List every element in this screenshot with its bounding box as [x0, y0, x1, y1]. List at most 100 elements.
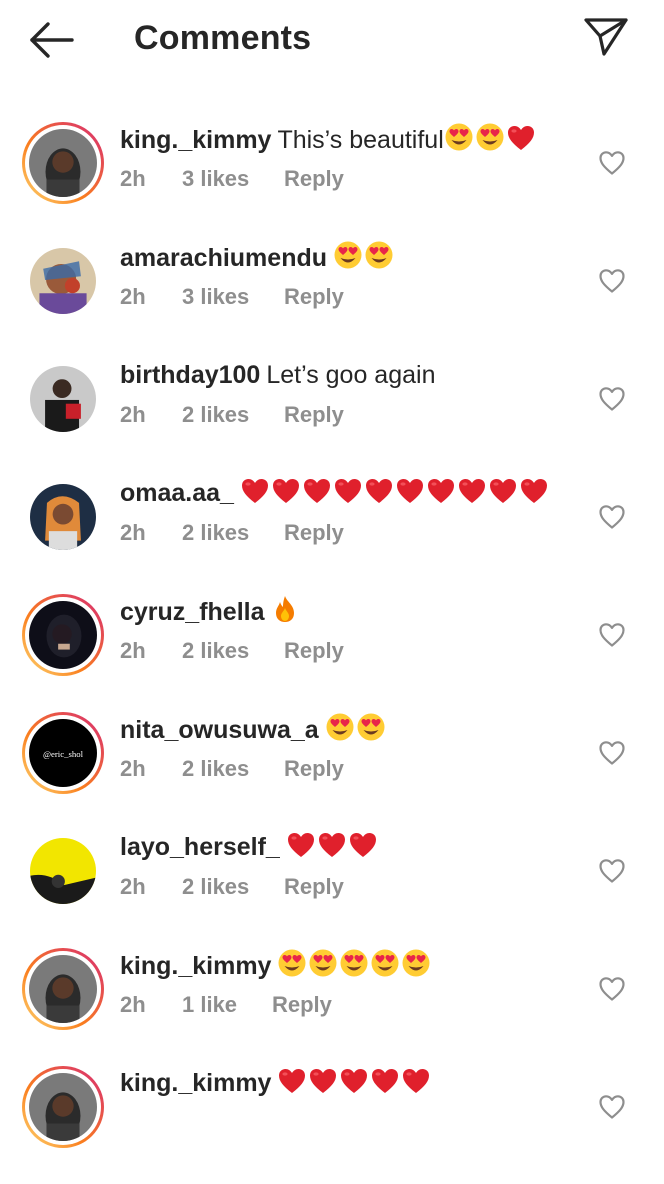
comment-time: 2h — [120, 874, 146, 899]
comment-meta: 2h 3 likes Reply — [120, 284, 344, 310]
comment-likes[interactable]: 3 likes — [182, 166, 284, 192]
heart-emoji-icon — [520, 479, 547, 503]
header-bar: Comments — [0, 0, 664, 80]
arrow-left-icon — [30, 22, 74, 58]
comment-body: Let’s goo again — [266, 361, 436, 389]
heart-eyes-emoji-icon — [402, 949, 430, 977]
like-button[interactable] — [598, 858, 626, 884]
comment-meta: 2h 2 likes Reply — [120, 520, 344, 546]
avatar[interactable] — [22, 948, 104, 1030]
avatar[interactable]: @eric_shol — [22, 712, 104, 794]
comment-text: king._kimmy — [120, 1066, 580, 1100]
like-button[interactable] — [598, 740, 626, 766]
like-button[interactable] — [598, 268, 626, 294]
reply-button[interactable]: Reply — [284, 638, 344, 664]
reply-button[interactable]: Reply — [284, 520, 344, 546]
comment-meta: 2h 3 likes Reply — [120, 166, 344, 192]
username[interactable]: omaa.aa_ — [120, 479, 234, 507]
username[interactable]: cyruz_fhella — [120, 598, 265, 626]
back-button[interactable] — [26, 18, 78, 62]
heart-outline-icon — [599, 741, 625, 765]
avatar-watermark-text: @eric_shol — [43, 749, 84, 759]
reply-button[interactable]: Reply — [284, 402, 344, 428]
heart-eyes-emoji-icon — [326, 713, 354, 741]
avatar-image — [30, 248, 96, 314]
username[interactable]: king._kimmy — [120, 126, 271, 154]
comment-likes[interactable]: 2 likes — [182, 402, 284, 428]
comment-emojis — [277, 1069, 432, 1097]
heart-emoji-icon — [334, 479, 361, 503]
username[interactable]: layo_herself_ — [120, 833, 280, 861]
comment-likes[interactable]: 2 likes — [182, 874, 284, 900]
like-button[interactable] — [598, 976, 626, 1002]
heart-outline-icon — [599, 387, 625, 411]
username[interactable]: king._kimmy — [120, 1069, 271, 1097]
comment-text: king._kimmy — [120, 948, 580, 983]
comment-emojis — [325, 713, 387, 744]
heart-eyes-emoji-icon — [445, 123, 473, 151]
comment-emojis — [286, 833, 379, 861]
reply-button[interactable]: Reply — [284, 166, 344, 192]
comment-time: 2h — [120, 520, 146, 545]
avatar[interactable] — [22, 476, 104, 558]
heart-outline-icon — [599, 269, 625, 293]
reply-button[interactable]: Reply — [284, 284, 344, 310]
username[interactable]: amarachiumendu — [120, 244, 327, 272]
comment-emojis — [271, 596, 300, 626]
heart-emoji-icon — [396, 479, 423, 503]
avatar[interactable] — [22, 1066, 104, 1148]
comment-likes[interactable]: 2 likes — [182, 756, 284, 782]
username[interactable]: nita_owusuwa_a — [120, 716, 319, 744]
heart-eyes-emoji-icon — [340, 949, 368, 977]
avatar-image — [29, 129, 97, 197]
avatar-image — [29, 955, 97, 1023]
avatar[interactable] — [22, 122, 104, 204]
like-button[interactable] — [598, 386, 626, 412]
reply-button[interactable]: Reply — [284, 756, 344, 782]
avatar[interactable] — [22, 594, 104, 676]
heart-emoji-icon — [341, 1069, 368, 1093]
like-button[interactable] — [598, 622, 626, 648]
like-button[interactable] — [598, 1094, 626, 1120]
heart-emoji-icon — [489, 479, 516, 503]
comment-meta: 2h 2 likes Reply — [120, 638, 344, 664]
heart-emoji-icon — [279, 1069, 306, 1093]
like-button[interactable] — [598, 150, 626, 176]
avatar[interactable] — [22, 358, 104, 440]
reply-button[interactable]: Reply — [284, 874, 344, 900]
comment-time: 2h — [120, 638, 146, 663]
comment-row: king._kimmy 2h 1 like Reply — [0, 948, 664, 1066]
comment-meta: 2h 2 likes Reply — [120, 756, 344, 782]
comment-row: omaa.aa_ 2h 2 likes Reply — [0, 476, 664, 594]
comment-likes[interactable]: 2 likes — [182, 638, 284, 664]
username[interactable]: birthday100 — [120, 361, 260, 389]
share-button[interactable] — [582, 14, 630, 62]
avatar[interactable] — [22, 830, 104, 912]
comment-likes[interactable]: 2 likes — [182, 520, 284, 546]
heart-outline-icon — [599, 505, 625, 529]
comment-row: birthday100 Let’s goo again 2h 2 likes Reply — [0, 358, 664, 476]
comment-meta: 2h 1 like Reply — [120, 992, 332, 1018]
comment-likes[interactable]: 1 like — [182, 992, 272, 1018]
comment-likes[interactable]: 3 likes — [182, 284, 284, 310]
comment-text: layo_herself_ — [120, 830, 580, 864]
heart-emoji-icon — [507, 126, 534, 150]
comment-row: king._kimmy — [0, 1066, 664, 1184]
comment-time: 2h — [120, 166, 146, 191]
heart-emoji-icon — [241, 479, 268, 503]
avatar-image — [30, 366, 96, 432]
comment-text: king._kimmy This’s beautiful — [120, 122, 580, 157]
comment-text: nita_owusuwa_a — [120, 712, 580, 747]
heart-emoji-icon — [372, 1069, 399, 1093]
username[interactable]: king._kimmy — [120, 952, 271, 980]
heart-eyes-emoji-icon — [476, 123, 504, 151]
heart-emoji-icon — [365, 479, 392, 503]
heart-emoji-icon — [427, 479, 454, 503]
like-button[interactable] — [598, 504, 626, 530]
heart-emoji-icon — [458, 479, 485, 503]
reply-button[interactable]: Reply — [272, 992, 332, 1018]
avatar-image — [29, 1073, 97, 1141]
comment-emojis — [333, 241, 395, 272]
avatar-image: @eric_shol — [29, 719, 97, 787]
avatar[interactable] — [22, 240, 104, 322]
